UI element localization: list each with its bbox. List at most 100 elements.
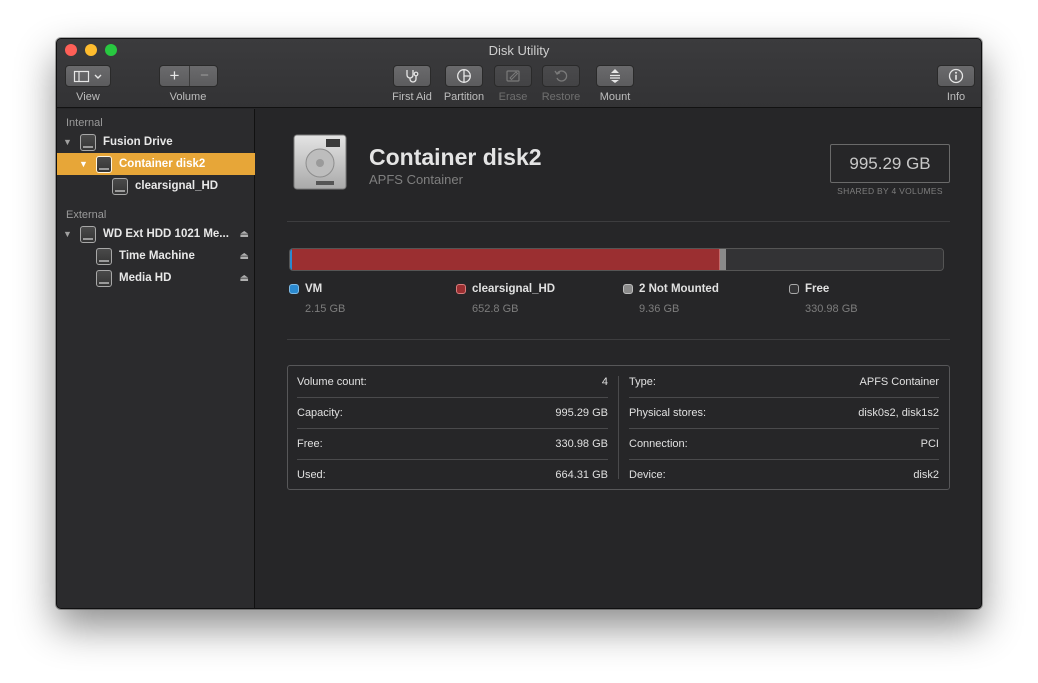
- sidebar: Internal ▼ Fusion Drive ▼ Container disk…: [57, 109, 255, 608]
- legend-name: 2 Not Mounted: [639, 283, 719, 295]
- page-subtitle: APFS Container: [369, 172, 463, 187]
- volume-segmented-control: + −: [159, 65, 218, 87]
- sidebar-item-label: Container disk2: [119, 158, 206, 170]
- info-row-type: Type: APFS Container: [629, 366, 939, 397]
- column-divider: [618, 376, 619, 479]
- mount-icon: [610, 69, 620, 83]
- sidebar-item-label: WD Ext HDD 1021 Me...: [103, 228, 229, 240]
- volume-icon: [96, 248, 112, 265]
- first-aid-button[interactable]: [393, 65, 431, 87]
- disclosure-triangle-icon[interactable]: ▼: [63, 229, 72, 239]
- stethoscope-icon: [406, 70, 419, 83]
- legend-swatch: [789, 284, 799, 294]
- view-button[interactable]: [65, 65, 111, 87]
- usage-segment-free: [726, 249, 943, 270]
- info-value: PCI: [920, 437, 939, 450]
- legend-name: VM: [305, 283, 323, 295]
- eject-icon[interactable]: ⏏: [240, 229, 249, 240]
- info-value: 330.98 GB: [555, 437, 608, 450]
- info-row-volume-count: Volume count: 4: [297, 366, 608, 397]
- legend-name: Free: [805, 283, 830, 295]
- info-value: 664.31 GB: [555, 468, 608, 481]
- erase-icon: [506, 70, 520, 82]
- eject-icon[interactable]: ⏏: [240, 251, 249, 262]
- mount-label: Mount: [599, 91, 631, 103]
- info-value: 4: [601, 375, 608, 388]
- info-value: disk2: [913, 468, 939, 481]
- info-row-connection: Connection: PCI: [629, 428, 939, 459]
- view-label: View: [76, 91, 100, 103]
- external-disk-icon: [80, 226, 96, 243]
- capacity-display: 995.29 GB: [830, 144, 950, 183]
- add-volume-button[interactable]: +: [160, 66, 189, 86]
- page-title: Container disk2: [369, 144, 542, 170]
- info-value: 995.29 GB: [555, 406, 608, 419]
- info-row-physical-stores: Physical stores: disk0s2, disk1s2: [629, 397, 939, 428]
- sidebar-item-label: clearsignal_HD: [135, 180, 219, 192]
- sidebar-item-container-disk2[interactable]: ▼ Container disk2: [57, 153, 255, 175]
- disclosure-triangle-icon[interactable]: ▼: [79, 159, 88, 169]
- info-key: Device:: [629, 468, 666, 481]
- remove-volume-button[interactable]: −: [190, 66, 219, 86]
- info-row-device: Device: disk2: [629, 459, 939, 490]
- info-row-free: Free: 330.98 GB: [297, 428, 608, 459]
- divider: [287, 221, 950, 222]
- info-row-capacity: Capacity: 995.29 GB: [297, 397, 608, 428]
- info-value: disk0s2, disk1s2: [858, 406, 939, 419]
- container-icon: [96, 156, 112, 173]
- info-value: APFS Container: [859, 375, 939, 388]
- info-key: Capacity:: [297, 406, 343, 419]
- info-table: Volume count: 4 Capacity: 995.29 GB Free…: [287, 365, 950, 490]
- toolbar: Disk Utility View + − Volume First Aid P…: [57, 39, 981, 108]
- usage-segment-clearsignal-hd: [292, 249, 720, 270]
- legend-name: clearsignal_HD: [472, 283, 556, 295]
- sidebar-section-internal: Internal: [66, 117, 103, 129]
- pie-chart-icon: [457, 69, 471, 83]
- restore-icon: [554, 70, 568, 82]
- sidebar-item-media-hd[interactable]: Media HD ⏏: [57, 267, 255, 289]
- sidebar-item-fusion-drive[interactable]: ▼ Fusion Drive: [57, 131, 255, 153]
- volume-icon: [112, 178, 128, 195]
- volume-icon: [96, 270, 112, 287]
- usage-bar: [289, 248, 944, 271]
- hard-disk-icon: [80, 134, 96, 151]
- info-icon: [948, 68, 964, 84]
- sidebar-item-label: Time Machine: [119, 250, 195, 262]
- info-key: Physical stores:: [629, 406, 707, 419]
- info-row-used: Used: 664.31 GB: [297, 459, 608, 490]
- info-label: Info: [946, 91, 966, 103]
- internal-disk-icon: [293, 134, 347, 190]
- eject-icon[interactable]: ⏏: [240, 273, 249, 284]
- restore-button[interactable]: [542, 65, 580, 87]
- legend-size: 652.8 GB: [472, 303, 519, 315]
- detail-pane: Container disk2 APFS Container 995.29 GB…: [256, 109, 981, 608]
- info-key: Connection:: [629, 437, 688, 450]
- sidebar-toggle-icon: [73, 70, 102, 83]
- info-key: Type:: [629, 375, 656, 388]
- window-title: Disk Utility: [488, 43, 550, 58]
- info-key: Used:: [297, 468, 326, 481]
- legend-size: 9.36 GB: [639, 303, 680, 315]
- sidebar-item-clearsignal-hd[interactable]: clearsignal_HD: [57, 175, 255, 197]
- info-key: Free:: [297, 437, 323, 450]
- sidebar-item-wd-ext-hdd[interactable]: ▼ WD Ext HDD 1021 Me... ⏏: [57, 223, 255, 245]
- divider: [287, 339, 950, 340]
- legend-swatch: [456, 284, 466, 294]
- legend-swatch: [289, 284, 299, 294]
- info-button[interactable]: [937, 65, 975, 87]
- legend-size: 2.15 GB: [305, 303, 346, 315]
- disclosure-triangle-icon[interactable]: ▼: [63, 137, 72, 147]
- volume-label: Volume: [169, 91, 207, 103]
- info-key: Volume count:: [297, 375, 367, 388]
- sidebar-item-label: Media HD: [119, 272, 172, 284]
- legend-size: 330.98 GB: [805, 303, 858, 315]
- sidebar-item-time-machine[interactable]: Time Machine ⏏: [57, 245, 255, 267]
- sidebar-section-external: External: [66, 209, 107, 221]
- mount-button[interactable]: [596, 65, 634, 87]
- partition-button[interactable]: [445, 65, 483, 87]
- sidebar-item-label: Fusion Drive: [103, 136, 173, 148]
- legend-swatch: [623, 284, 633, 294]
- erase-button[interactable]: [494, 65, 532, 87]
- disk-utility-window: Disk Utility View + − Volume First Aid P…: [56, 38, 982, 609]
- capacity-note: SHARED BY 4 VOLUMES: [837, 186, 943, 196]
